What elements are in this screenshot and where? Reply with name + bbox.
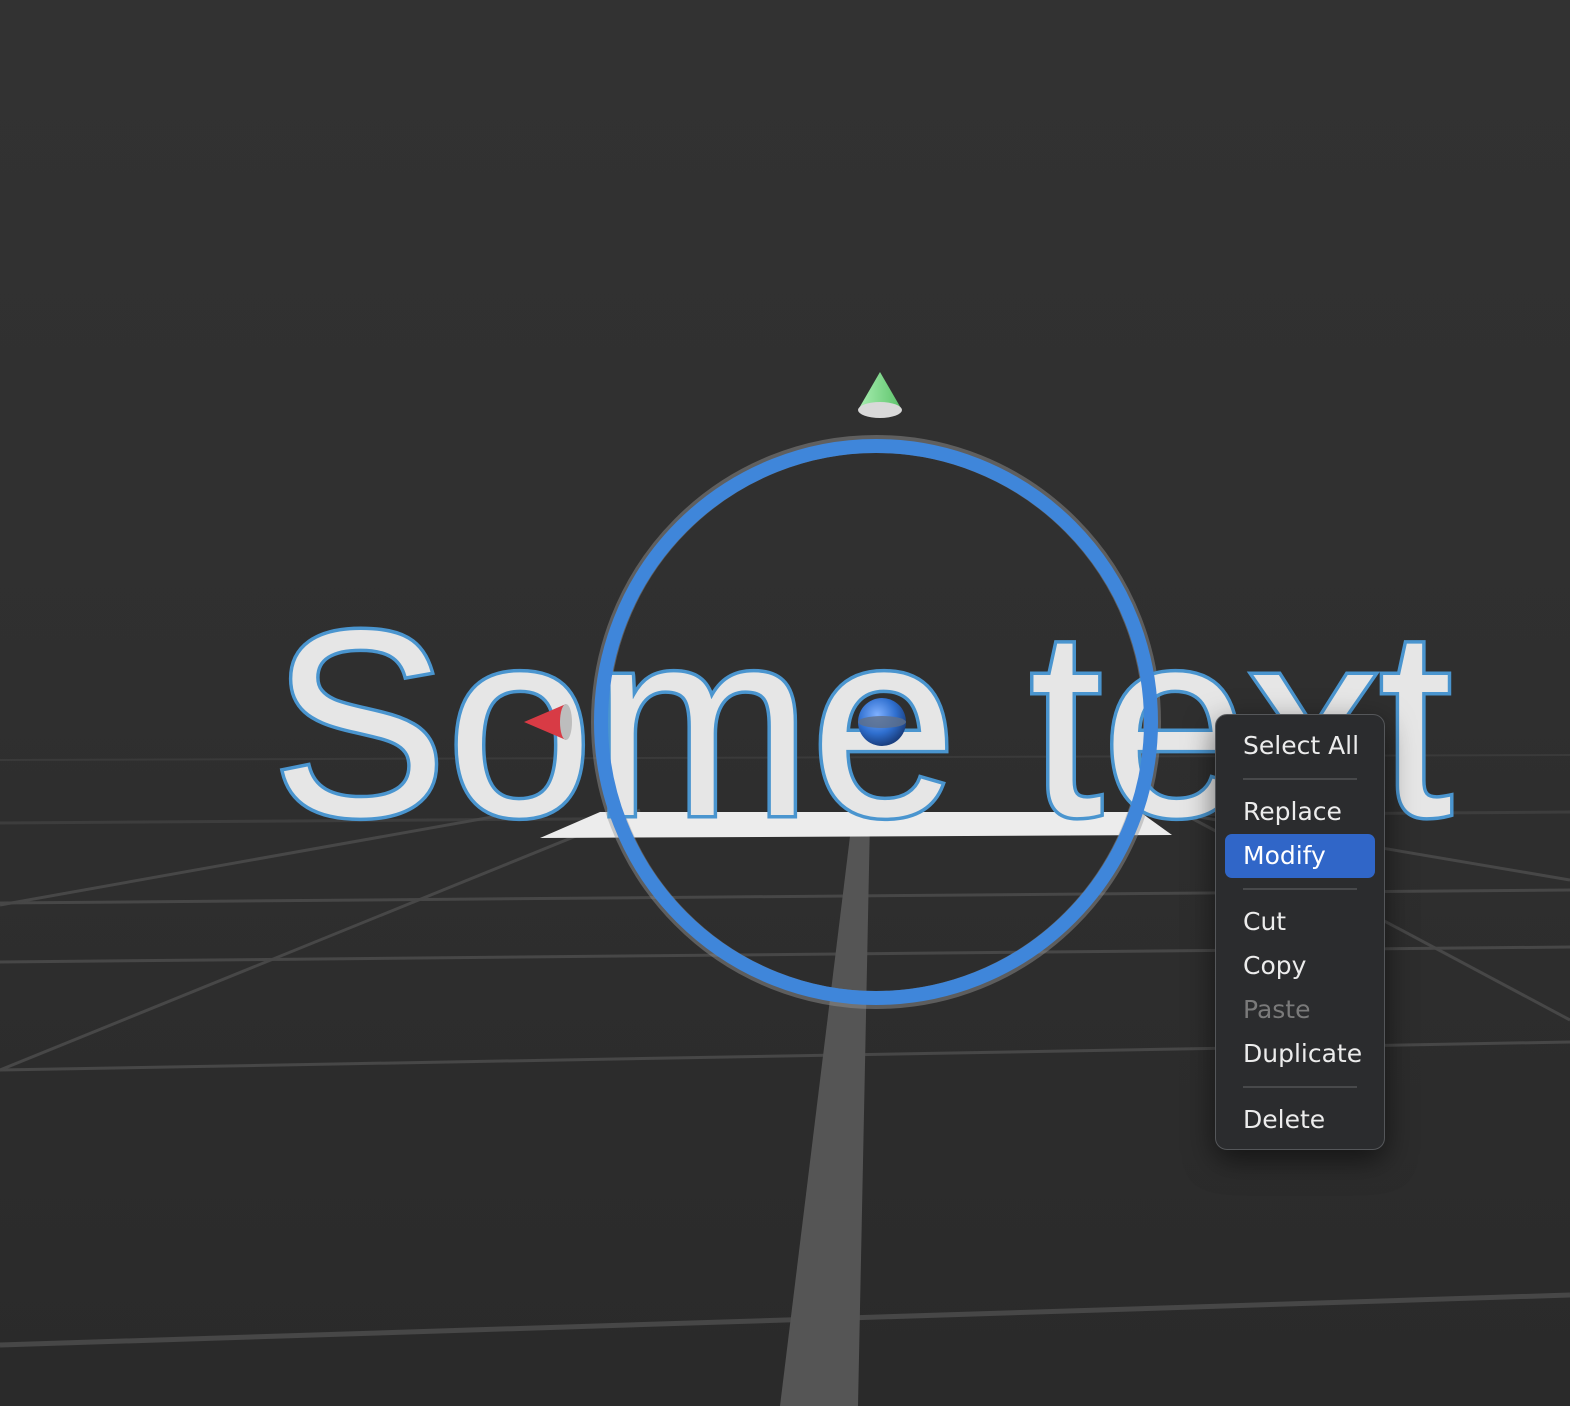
z-axis-handle-icon[interactable]	[858, 698, 906, 746]
menu-item-replace[interactable]: Replace	[1225, 790, 1375, 834]
context-menu: Select All Replace Modify Cut Copy Paste…	[1215, 714, 1385, 1150]
axis-beam	[780, 820, 870, 1406]
menu-item-delete[interactable]: Delete	[1225, 1098, 1375, 1142]
menu-item-cut[interactable]: Cut	[1225, 900, 1375, 944]
menu-item-duplicate[interactable]: Duplicate	[1225, 1032, 1375, 1076]
menu-item-copy[interactable]: Copy	[1225, 944, 1375, 988]
menu-separator	[1225, 878, 1375, 900]
menu-item-paste: Paste	[1243, 995, 1311, 1024]
menu-item-modify[interactable]: Modify	[1225, 834, 1375, 878]
menu-item-select-all[interactable]: Select All	[1225, 724, 1375, 768]
menu-separator	[1225, 768, 1375, 790]
3d-viewport[interactable]: Some text Select All Replace Modify Cut …	[0, 0, 1570, 1406]
y-axis-handle-icon[interactable]	[858, 372, 902, 418]
menu-separator	[1225, 1076, 1375, 1098]
scene-canvas: Some text	[0, 372, 1570, 1406]
